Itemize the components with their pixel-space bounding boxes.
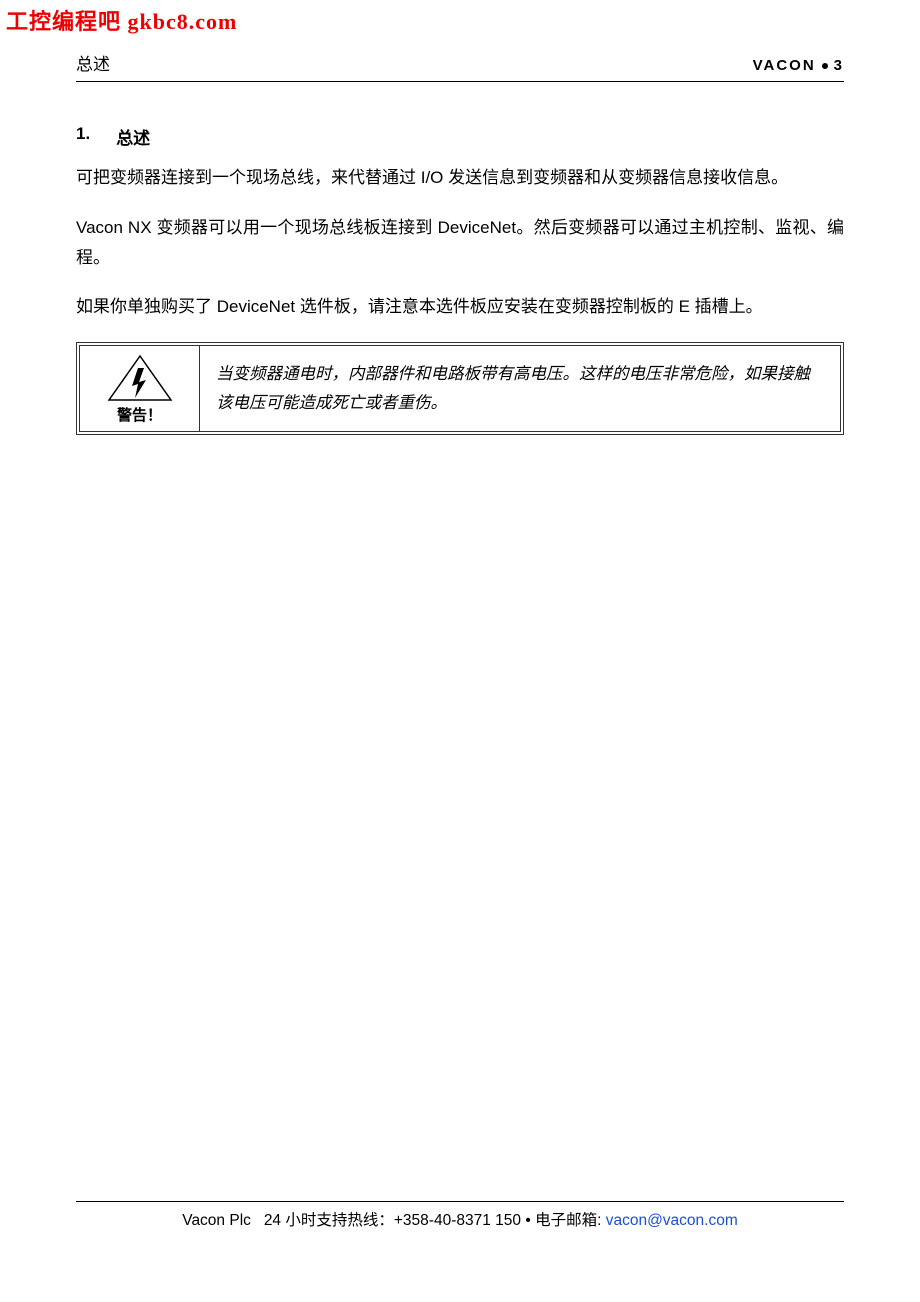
warning-label: 警告！ bbox=[117, 404, 162, 425]
footer-email-label: 电子邮箱: bbox=[535, 1212, 601, 1229]
page-footer: Vacon Plc 24 小时支持热线：+358-40-8371 150 • 电… bbox=[76, 1201, 844, 1230]
section-heading: 1. 总述 bbox=[76, 124, 844, 149]
body-paragraph-1: 可把变频器连接到一个现场总线，来代替通过 I/O 发送信息到变频器和从变频器信息… bbox=[76, 163, 844, 193]
page-number: 3 bbox=[834, 57, 844, 74]
bullet-icon bbox=[822, 63, 828, 69]
warning-text: 当变频器通电时，内部器件和电路板带有高电压。这样的电压非常危险，如果接触该电压可… bbox=[200, 346, 840, 431]
header-brand-page: VACON 3 bbox=[753, 57, 844, 74]
warning-icon-cell: 警告！ bbox=[80, 346, 200, 431]
page-content: 总述 VACON 3 1. 总述 可把变频器连接到一个现场总线，来代替通过 I/… bbox=[0, 0, 920, 435]
section-number: 1. bbox=[76, 124, 90, 149]
footer-email: vacon@vacon.com bbox=[606, 1212, 738, 1229]
header-section-name: 总述 bbox=[76, 50, 110, 75]
brand-name: VACON bbox=[753, 57, 816, 74]
footer-separator: • bbox=[525, 1212, 530, 1229]
section-title: 总述 bbox=[116, 124, 150, 149]
warning-triangle-icon bbox=[107, 354, 173, 402]
footer-hotline-number: +358-40-8371 150 bbox=[394, 1212, 521, 1229]
body-paragraph-3: 如果你单独购买了 DeviceNet 选件板，请注意本选件板应安装在变频器控制板… bbox=[76, 292, 844, 322]
page-header: 总述 VACON 3 bbox=[76, 50, 844, 82]
footer-company: Vacon Plc bbox=[182, 1212, 251, 1229]
body-paragraph-2: Vacon NX 变频器可以用一个现场总线板连接到 DeviceNet。然后变频… bbox=[76, 213, 844, 273]
footer-hotline-label: 24 小时支持热线： bbox=[264, 1212, 394, 1229]
warning-box: 警告！ 当变频器通电时，内部器件和电路板带有高电压。这样的电压非常危险，如果接触… bbox=[76, 342, 844, 435]
watermark-text: 工控编程吧 gkbc8.com bbox=[6, 4, 237, 36]
